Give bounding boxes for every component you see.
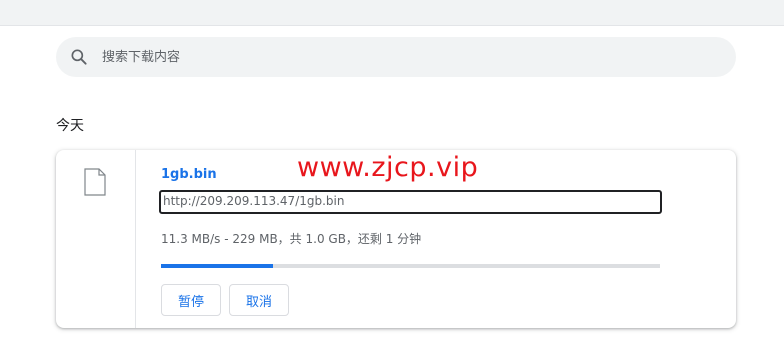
search-icon[interactable] <box>69 47 89 67</box>
download-progress-fill <box>161 264 273 268</box>
file-icon <box>84 168 106 196</box>
search-input[interactable] <box>102 37 702 77</box>
pause-button[interactable]: 暂停 <box>161 284 221 316</box>
download-progress-bar <box>161 264 660 268</box>
search-bar[interactable] <box>56 37 736 77</box>
top-toolbar <box>0 0 784 26</box>
download-status: 11.3 MB/s - 229 MB，共 1.0 GB，还剩 1 分钟 <box>161 232 422 246</box>
cancel-button[interactable]: 取消 <box>229 284 289 316</box>
date-section-title: 今天 <box>56 118 84 134</box>
watermark: www.zjcp.vip <box>297 152 479 183</box>
download-filename-link[interactable]: 1gb.bin <box>161 167 217 182</box>
file-icon-column <box>56 150 136 328</box>
download-url[interactable]: http://209.209.113.47/1gb.bin <box>159 190 662 214</box>
